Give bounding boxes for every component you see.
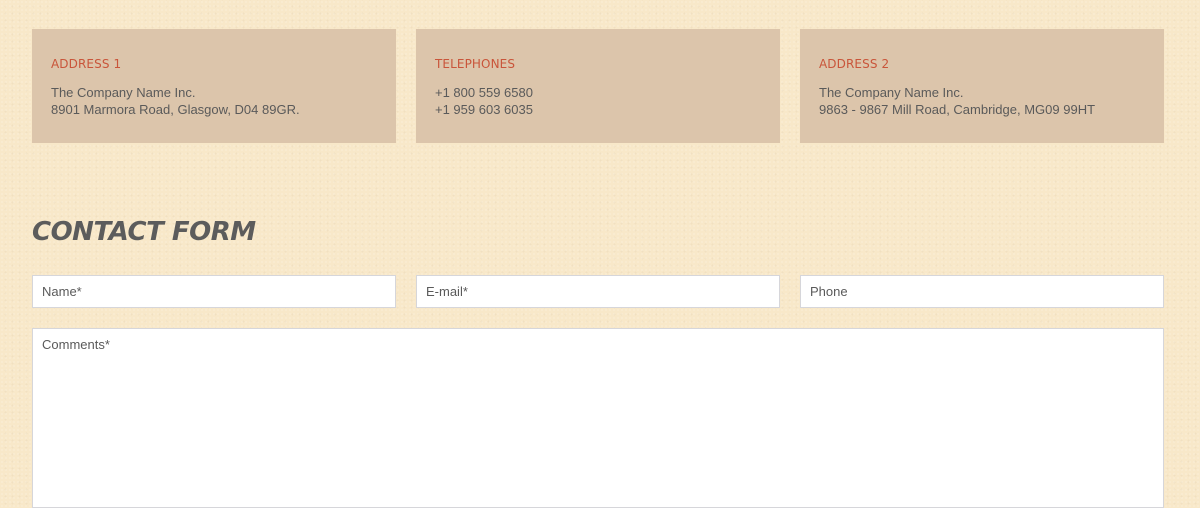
phone-input[interactable] <box>800 275 1164 308</box>
address-2-box: ADDRESS 2 The Company Name Inc. 9863 - 9… <box>800 29 1164 143</box>
address-1-title: ADDRESS 1 <box>51 57 122 71</box>
contact-form-heading: CONTACT FORM <box>32 217 256 247</box>
telephones-title: TELEPHONES <box>435 57 516 71</box>
name-input[interactable] <box>32 275 396 308</box>
address-2-company: The Company Name Inc. <box>819 85 964 100</box>
telephones-box: TELEPHONES +1 800 559 6580 +1 959 603 60… <box>416 29 780 143</box>
comments-textarea[interactable] <box>32 328 1164 508</box>
address-1-box: ADDRESS 1 The Company Name Inc. 8901 Mar… <box>32 29 396 143</box>
address-2-street: 9863 - 9867 Mill Road, Cambridge, MG09 9… <box>819 102 1096 117</box>
contact-info-row: ADDRESS 1 The Company Name Inc. 8901 Mar… <box>32 29 1164 143</box>
address-2-title: ADDRESS 2 <box>819 57 890 71</box>
address-1-street: 8901 Marmora Road, Glasgow, D04 89GR. <box>51 102 300 117</box>
address-1-company: The Company Name Inc. <box>51 85 196 100</box>
telephone-1: +1 800 559 6580 <box>435 85 533 100</box>
email-input[interactable] <box>416 275 780 308</box>
telephone-2: +1 959 603 6035 <box>435 102 533 117</box>
